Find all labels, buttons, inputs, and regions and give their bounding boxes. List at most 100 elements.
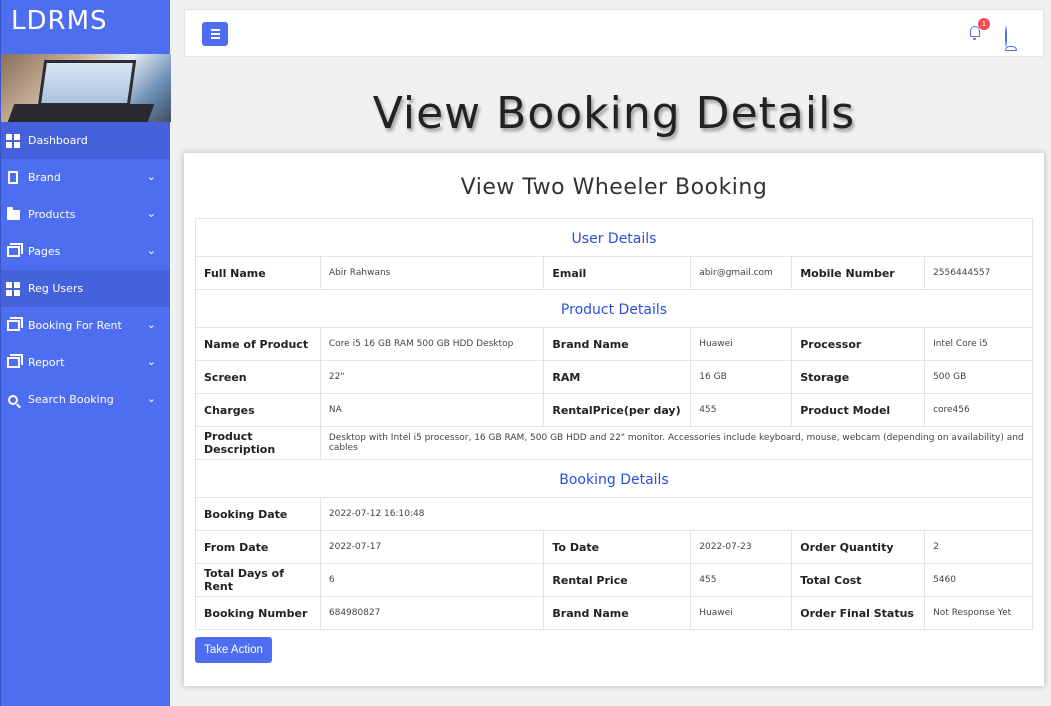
storage-label: Storage [791,360,926,394]
notification-badge: 1 [978,18,990,30]
email-value: abir@gmail.com [690,256,793,290]
product-name-value: Core i5 16 GB RAM 500 GB HDD Desktop [319,327,545,361]
sidebar: LDRMS Dashboard Brand ⌄ Products ⌄ Pages… [0,0,171,706]
card-title: View Two Wheeler Booking [460,175,768,200]
booking-brand-label: Brand Name [543,596,692,630]
section-heading-booking: Booking Details [195,459,1033,498]
table-row: Total Days of Rent 6 Rental Price 455 To… [195,563,1033,597]
brand-name-value: Huawei [690,327,793,361]
search-icon [6,393,20,407]
user-icon[interactable] [1005,26,1017,51]
table-row: Screen 22" RAM 16 GB Storage 500 GB [195,360,1033,394]
email-label: Email [543,256,692,290]
brand-logo[interactable]: LDRMS [1,0,170,54]
product-model-value: core456 [924,393,1033,427]
processor-value: Intel Core i5 [924,327,1033,361]
full-name-label: Full Name [195,256,321,290]
chevron-down-icon: ⌄ [146,355,156,368]
booking-card: View Two Wheeler Booking User Details Fu… [184,153,1044,686]
sidebar-item-label: Search Booking [28,393,114,406]
pages-icon [6,354,23,370]
chevron-down-icon: ⌄ [146,170,156,183]
order-status-label: Order Final Status [791,596,926,630]
product-description-label: Product Description [195,426,321,460]
pages-icon [6,317,23,333]
section-heading-product: Product Details [195,289,1033,328]
section-heading-user: User Details [195,218,1033,257]
rental-price-per-day-label: RentalPrice(per day) [543,393,692,427]
sidebar-item-label: Brand [28,171,61,184]
sidebar-item-booking-for-rent[interactable]: Booking For Rent ⌄ [1,307,170,344]
sidebar-banner-image [1,54,171,122]
sidebar-item-label: Dashboard [28,134,88,147]
sidebar-item-report[interactable]: Report ⌄ [1,344,170,381]
to-date-value: 2022-07-23 [690,530,793,564]
sidebar-item-pages[interactable]: Pages ⌄ [1,233,170,270]
booking-details-table: User Details Full Name Abir Rahwans Emai… [195,218,1034,630]
table-row: Charges NA RentalPrice(per day) 455 Prod… [195,393,1033,427]
full-name-value: Abir Rahwans [319,256,545,290]
storage-value: 500 GB [924,360,1033,394]
chevron-down-icon: ⌄ [146,318,156,331]
total-days-value: 6 [319,563,545,597]
processor-label: Processor [791,327,926,361]
sidebar-item-label: Reg Users [28,282,84,295]
product-description-value: Desktop with Intel i5 processor, 16 GB R… [319,426,1034,460]
sidebar-item-search-booking[interactable]: Search Booking ⌄ [1,381,170,418]
order-quantity-label: Order Quantity [791,530,926,564]
ram-value: 16 GB [690,360,793,394]
brand-name-label: Brand Name [543,327,692,361]
sidebar-item-products[interactable]: Products ⌄ [1,196,170,233]
chevron-down-icon: ⌄ [146,244,156,257]
mobile-label: Mobile Number [791,256,926,290]
rental-price-value: 455 [690,563,793,597]
sidebar-item-brand[interactable]: Brand ⌄ [1,159,170,196]
mobile-value: 2556444557 [924,256,1033,290]
total-days-label: Total Days of Rent [195,563,321,597]
page-title: View Booking Details [372,88,856,139]
chevron-down-icon: ⌄ [146,392,156,405]
booking-brand-value: Huawei [690,596,793,630]
product-name-label: Name of Product [195,327,321,361]
product-model-label: Product Model [791,393,926,427]
booking-number-value: 684980827 [319,596,545,630]
booking-number-label: Booking Number [195,596,321,630]
from-date-label: From Date [195,530,321,564]
sidebar-item-dashboard[interactable]: Dashboard [1,122,170,159]
pages-icon [6,243,23,259]
from-date-value: 2022-07-17 [319,530,545,564]
chevron-down-icon: ⌄ [146,207,156,220]
sidebar-item-label: Pages [28,245,61,258]
screen-label: Screen [195,360,321,394]
sidebar-item-label: Report [28,356,65,369]
charges-label: Charges [195,393,321,427]
ram-label: RAM [543,360,692,394]
table-row: Name of Product Core i5 16 GB RAM 500 GB… [195,327,1033,361]
take-action-button[interactable]: Take Action [195,637,272,663]
table-row: Booking Date 2022-07-12 16:10:48 [195,497,1034,531]
order-status-value: Not Response Yet [924,596,1033,630]
grid-icon [6,281,20,296]
total-cost-value: 5460 [924,563,1033,597]
sidebar-item-label: Products [28,208,76,221]
sidebar-item-reg-users[interactable]: Reg Users [1,270,170,307]
dashboard-icon [6,133,20,148]
table-row: From Date 2022-07-17 To Date 2022-07-23 … [195,530,1033,564]
total-cost-label: Total Cost [791,563,926,597]
order-quantity-value: 2 [924,530,1033,564]
table-row: Product Description Desktop with Intel i… [195,426,1034,460]
sidebar-item-label: Booking For Rent [28,319,122,332]
charges-value: NA [319,393,545,427]
rental-price-per-day-value: 455 [690,393,793,427]
table-row: Full Name Abir Rahwans Email abir@gmail.… [195,256,1033,290]
rental-price-label: Rental Price [543,563,692,597]
booking-date-label: Booking Date [195,497,321,531]
menu-toggle-button[interactable] [202,22,228,46]
folder-icon [6,206,20,222]
table-row: Booking Number 684980827 Brand Name Huaw… [195,596,1033,630]
file-icon [6,171,20,185]
booking-date-value: 2022-07-12 16:10:48 [319,497,1034,531]
top-navbar: 1 [184,9,1044,57]
to-date-label: To Date [543,530,692,564]
screen-value: 22" [319,360,545,394]
